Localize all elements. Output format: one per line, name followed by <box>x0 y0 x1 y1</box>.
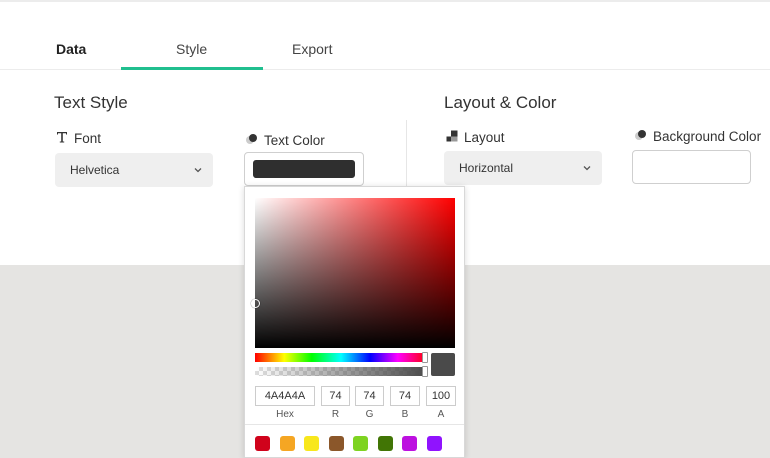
layout-icon <box>446 130 458 145</box>
font-icon <box>56 131 68 146</box>
text-style-title: Text Style <box>54 93 128 112</box>
active-tab-indicator <box>121 67 263 70</box>
text-color-label-text: Text Color <box>264 132 325 148</box>
chevron-down-icon <box>193 164 203 174</box>
section-divider <box>406 120 407 186</box>
preset-swatch[interactable] <box>353 436 368 451</box>
background-color-picker-button[interactable] <box>632 150 751 184</box>
preset-swatch[interactable] <box>304 436 319 451</box>
hue-slider-handle[interactable] <box>422 352 428 363</box>
b-label: B <box>401 409 409 420</box>
text-color-swatch <box>253 160 355 178</box>
background-color-label-text: Background Color <box>653 128 762 144</box>
font-label: Font <box>56 131 101 146</box>
preset-swatch[interactable] <box>255 436 270 451</box>
alpha-slider[interactable] <box>255 366 428 377</box>
color-preview <box>431 353 455 376</box>
layout-color-title: Layout & Color <box>444 93 557 112</box>
g-input[interactable]: 74 <box>355 386 384 406</box>
saturation-area[interactable] <box>251 198 455 348</box>
hue-slider[interactable] <box>255 352 428 363</box>
tab-export[interactable]: Export <box>292 41 332 57</box>
chevron-down-icon <box>582 162 592 172</box>
g-label: G <box>365 409 374 420</box>
alpha-slider-handle[interactable] <box>422 366 428 377</box>
top-border <box>0 0 770 2</box>
layout-select-value: Horizontal <box>459 161 514 175</box>
a-label: A <box>437 409 445 420</box>
text-color-label: Text Color <box>245 132 325 148</box>
layout-label-text: Layout <box>464 130 505 145</box>
a-input[interactable]: 100 <box>426 386 456 406</box>
preset-swatch[interactable] <box>328 436 344 451</box>
swatch-divider <box>245 424 464 425</box>
layout-select[interactable]: Horizontal <box>444 151 602 185</box>
preset-swatch[interactable] <box>279 436 295 451</box>
tab-bar: Data Style Export <box>0 30 770 70</box>
hex-label: Hex <box>276 409 294 420</box>
color-picker-popover: 4A4A4A 74 74 74 100 Hex R G B A <box>244 186 465 458</box>
background-color-label: Background Color <box>634 128 761 144</box>
tabs-divider <box>0 69 770 70</box>
saturation-pointer[interactable] <box>251 299 260 308</box>
text-color-picker-button[interactable] <box>244 152 364 186</box>
color-drop-icon <box>245 132 258 148</box>
font-select-value: Helvetica <box>70 163 120 177</box>
tab-data[interactable]: Data <box>56 41 86 57</box>
preset-swatch[interactable] <box>402 436 417 451</box>
font-select[interactable]: Helvetica <box>55 153 213 187</box>
preset-swatch[interactable] <box>426 436 442 451</box>
layout-label: Layout <box>446 130 505 145</box>
hex-input[interactable]: 4A4A4A <box>255 386 315 406</box>
r-input[interactable]: 74 <box>321 386 350 406</box>
b-input[interactable]: 74 <box>390 386 420 406</box>
preset-swatch[interactable] <box>377 436 393 451</box>
font-label-text: Font <box>74 131 102 146</box>
r-label: R <box>331 409 340 420</box>
color-drop-icon <box>634 128 647 144</box>
tab-style[interactable]: Style <box>176 41 207 57</box>
